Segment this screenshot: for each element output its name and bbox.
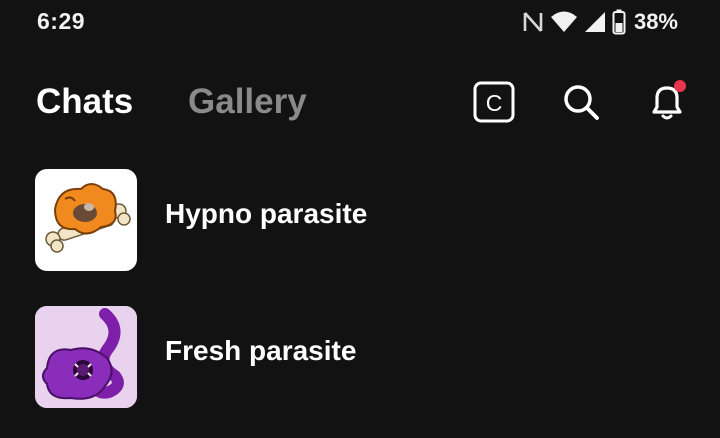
nfc-icon bbox=[522, 10, 544, 34]
orange-creature-avatar bbox=[35, 169, 137, 271]
tab-gallery[interactable]: Gallery bbox=[188, 82, 307, 122]
status-icons: 38% bbox=[522, 8, 678, 36]
search-button[interactable] bbox=[557, 78, 605, 126]
status-time: 6:29 bbox=[37, 8, 86, 34]
chat-name: Hypno parasite bbox=[165, 198, 368, 229]
search-icon bbox=[564, 85, 599, 120]
create-button[interactable]: C bbox=[470, 78, 518, 126]
signal-icon bbox=[584, 10, 606, 34]
purple-creature-avatar bbox=[35, 306, 137, 408]
notification-dot bbox=[674, 80, 686, 92]
status-bar: 6:29 38% bbox=[0, 0, 720, 44]
chat-item[interactable]: Fresh parasite bbox=[0, 305, 720, 409]
chat-item[interactable]: Hypno parasite bbox=[0, 168, 720, 272]
notifications-button[interactable] bbox=[644, 78, 692, 126]
bell-icon bbox=[652, 80, 686, 120]
wifi-icon bbox=[550, 10, 578, 34]
app-header: Chats Gallery C bbox=[0, 70, 720, 134]
create-icon: C bbox=[473, 81, 515, 123]
create-icon-letter: C bbox=[486, 90, 503, 116]
battery-icon bbox=[612, 9, 626, 35]
chat-name: Fresh parasite bbox=[165, 335, 357, 366]
battery-percent: 38% bbox=[633, 9, 678, 34]
tab-chats[interactable]: Chats bbox=[36, 82, 133, 122]
